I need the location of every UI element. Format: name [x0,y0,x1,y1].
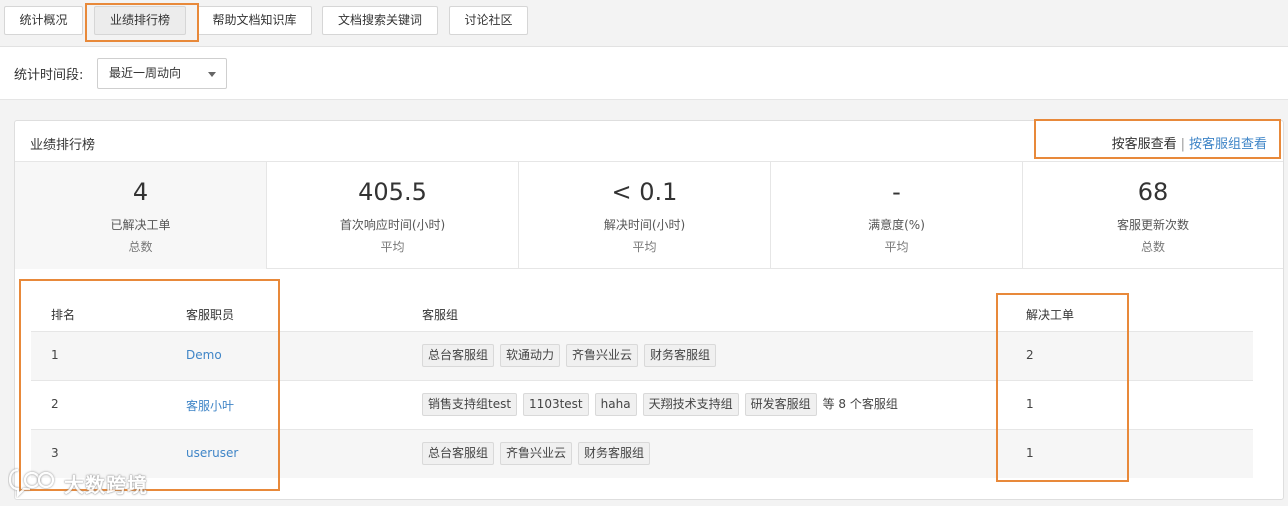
rank-cell: 3 [51,446,59,460]
stat-aggregate: 总数 [128,240,153,254]
ranking-panel: 业绩排行榜 按客服查看 | 按客服组查看 4 已解决工单 总数 405.5 首次响应… [14,120,1284,500]
stat-value: < 0.1 [611,178,678,206]
stat-solved-tickets[interactable]: 4 已解决工单 总数 [15,162,267,269]
group-tag: 销售支持组test [422,393,518,416]
panel-header: 业绩排行榜 按客服查看 | 按客服组查看 [15,121,1283,162]
stat-value: 405.5 [358,178,427,206]
panel-title: 业绩排行榜 [30,138,96,153]
speech-bubble-logo-icon [8,468,55,498]
agent-link[interactable]: Demo [186,348,222,362]
group-tags: 总台客服组 齐鲁兴业云 财务客服组 [422,442,656,466]
view-by-group-link[interactable]: 按客服组查看 [1189,137,1267,152]
group-tag: 软通动力 [500,344,561,367]
tab-doc-search-keywords[interactable]: 文档搜索关键词 [322,6,438,35]
stat-resolution-time[interactable]: < 0.1 解决时间(小时) 平均 [519,162,771,269]
agent-link[interactable]: 客服小叶 [186,397,234,414]
stat-label: 已解决工单 [110,218,171,232]
time-range-label: 统计时间段: [14,68,84,83]
group-tags: 总台客服组 软通动力 齐鲁兴业云 财务客服组 [422,344,722,368]
solved-cell: 1 [1026,446,1034,460]
table-row: 1 Demo 总台客服组 软通动力 齐鲁兴业云 财务客服组 2 [31,332,1253,380]
time-range-select[interactable]: 最近一周动向 [97,58,227,89]
rank-cell: 2 [51,397,59,411]
rank-cell: 1 [51,348,59,362]
stat-aggregate: 平均 [632,240,657,254]
group-tags: 销售支持组test 1103test haha 天翔技术支持组 研发客服组等 8 个客服… [422,393,898,417]
stat-aggregate: 总数 [1140,240,1165,254]
stat-value: 4 [132,178,149,206]
chevron-down-icon [208,72,216,77]
agent-link[interactable]: useruser [186,446,238,460]
watermark: 大数跨境 [8,466,147,498]
stats-row: 4 已解决工单 总数 405.5 首次响应时间(小时) 平均 < 0.1 解决时… [15,162,1283,269]
view-switch: 按客服查看 | 按客服组查看 [1112,133,1267,152]
solved-cell: 2 [1026,348,1034,362]
tab-performance-ranking[interactable]: 业绩排行榜 [94,6,186,35]
tab-overview[interactable]: 统计概况 [4,6,83,35]
group-tag: 总台客服组 [422,442,495,465]
group-tag: 研发客服组 [744,393,817,416]
group-tag: 1103test [523,393,589,416]
watermark-text: 大数跨境 [64,473,148,497]
time-range-value: 最近一周动向 [109,66,182,80]
group-tag: 财务客服组 [578,442,651,465]
view-by-agent[interactable]: 按客服查看 [1112,137,1177,152]
col-rank-header: 排名 [51,308,76,322]
stat-aggregate: 平均 [380,240,405,254]
stat-label: 客服更新次数 [1116,218,1189,232]
tab-community[interactable]: 讨论社区 [449,6,528,35]
col-agent-header: 客服职员 [186,308,235,322]
stat-label: 满意度(%) [868,218,925,232]
stat-value: - [892,178,901,206]
group-tag: 财务客服组 [644,344,717,367]
solved-cell: 1 [1026,397,1034,411]
more-groups-text: 等 8 个客服组 [822,397,898,411]
stat-agent-updates[interactable]: 68 客服更新次数 总数 [1023,162,1283,269]
view-separator: | [1180,137,1185,152]
filter-bar: 统计时间段: 最近一周动向 [0,47,1288,100]
col-solved-header: 解决工单 [1026,308,1075,322]
tab-help-docs[interactable]: 帮助文档知识库 [197,6,312,35]
stat-label: 首次响应时间(小时) [339,218,446,232]
stat-label: 解决时间(小时) [603,218,686,232]
group-tag: 齐鲁兴业云 [566,344,639,367]
tab-bar: 统计概况 业绩排行榜 帮助文档知识库 文档搜索关键词 讨论社区 [0,0,1288,47]
group-tag: 齐鲁兴业云 [500,442,573,465]
group-tag: 总台客服组 [422,344,495,367]
table-row: 2 客服小叶 销售支持组test 1103test haha 天翔技术支持组 研发客服组… [31,381,1253,429]
stat-value: 68 [1137,178,1169,206]
stat-aggregate: 平均 [884,240,909,254]
table-row: 3 useruser 总台客服组 齐鲁兴业云 财务客服组 1 [31,430,1253,478]
stat-satisfaction[interactable]: - 满意度(%) 平均 [771,162,1023,269]
group-tag: 天翔技术支持组 [642,393,739,416]
stat-first-response-time[interactable]: 405.5 首次响应时间(小时) 平均 [267,162,519,269]
group-tag: haha [594,393,637,416]
col-groups-header: 客服组 [422,308,459,322]
